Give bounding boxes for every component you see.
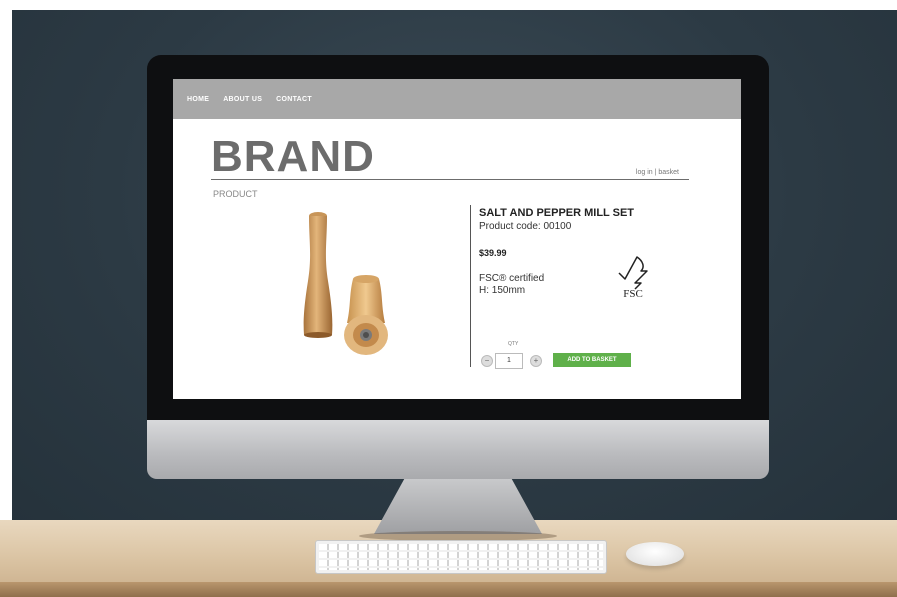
detail-divider — [470, 205, 471, 367]
product-specs: FSC® certified H: 150mm — [479, 273, 544, 297]
desk-edge — [0, 582, 897, 597]
fsc-logo-text: FSC — [623, 288, 643, 299]
nav-home[interactable]: HOME — [187, 96, 209, 103]
section-label: PRODUCT — [213, 189, 258, 199]
qty-decrement-button[interactable]: − — [481, 355, 493, 367]
pepper-mill-image — [303, 212, 333, 338]
monitor: HOME ABOUT US CONTACT BRAND log in | bas… — [147, 55, 769, 541]
salt-mill-image — [344, 275, 388, 355]
monitor-chin — [147, 420, 769, 479]
account-links[interactable]: log in | basket — [636, 169, 679, 176]
certification-text: FSC® certified — [479, 273, 545, 284]
product-title: SALT AND PEPPER MILL SET — [479, 207, 635, 219]
screen: HOME ABOUT US CONTACT BRAND log in | bas… — [173, 79, 741, 399]
product-code: Product code: 00100 — [479, 221, 572, 232]
nav-contact[interactable]: CONTACT — [276, 96, 312, 103]
qty-label: QTY — [508, 341, 519, 347]
brand-logo[interactable]: BRAND — [211, 135, 375, 179]
mouse — [626, 542, 684, 566]
height-text: H: 150mm — [479, 285, 526, 296]
keyboard — [315, 540, 607, 574]
product-price: $39.99 — [479, 248, 507, 258]
fsc-tree-icon: FSC — [618, 256, 648, 299]
brand-divider — [211, 179, 689, 180]
add-to-basket-button[interactable]: ADD TO BASKET — [553, 353, 631, 367]
qty-input[interactable]: 1 — [495, 353, 523, 369]
nav-about-us[interactable]: ABOUT US — [223, 96, 262, 103]
scene: HOME ABOUT US CONTACT BRAND log in | bas… — [0, 0, 897, 597]
top-nav: HOME ABOUT US CONTACT — [173, 79, 741, 119]
qty-increment-button[interactable]: + — [530, 355, 542, 367]
